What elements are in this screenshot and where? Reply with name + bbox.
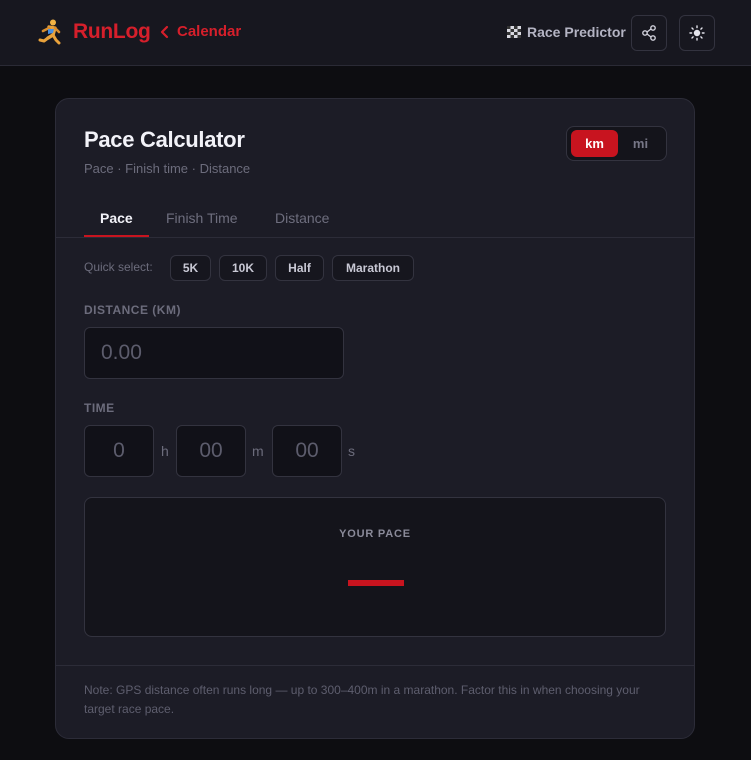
quick-select-half[interactable]: Half bbox=[275, 255, 324, 281]
race-predictor-link[interactable]: Race Predictor bbox=[507, 24, 626, 40]
hours-input[interactable]: 0 bbox=[84, 425, 154, 477]
theme-toggle-button[interactable] bbox=[679, 15, 715, 51]
checkered-flag-icon bbox=[507, 26, 521, 38]
logo-text: RunLog bbox=[73, 20, 151, 43]
note-divider bbox=[56, 665, 694, 666]
calendar-link-label: Calendar bbox=[177, 23, 242, 40]
chevron-left-icon bbox=[160, 25, 169, 38]
share-button[interactable] bbox=[631, 15, 667, 51]
gps-note: Note: GPS distance often runs long — up … bbox=[84, 683, 640, 716]
quick-select-5k[interactable]: 5K bbox=[170, 255, 211, 281]
quick-select-label: Quick select: bbox=[84, 260, 153, 274]
quick-select-marathon[interactable]: Marathon bbox=[332, 255, 414, 281]
brand[interactable]: RunLog bbox=[38, 19, 151, 45]
time-label: TIME bbox=[84, 401, 115, 415]
tab-distance[interactable]: Distance bbox=[275, 210, 329, 226]
tab-finish-time[interactable]: Finish Time bbox=[166, 210, 238, 226]
pace-calculator-card: Pace Calculator Pace · Finish time · Dis… bbox=[55, 98, 695, 739]
race-predictor-label: Race Predictor bbox=[527, 24, 626, 40]
seconds-unit-label: s bbox=[348, 443, 355, 459]
seconds-input[interactable]: 00 bbox=[272, 425, 342, 477]
page-title: Pace Calculator bbox=[84, 127, 245, 152]
tab-pace[interactable]: Pace bbox=[100, 210, 133, 226]
unit-km-button[interactable]: km bbox=[571, 130, 618, 157]
sun-icon bbox=[689, 25, 705, 41]
distance-input[interactable]: 0.00 bbox=[84, 327, 344, 379]
pace-result-panel: YOUR PACE bbox=[84, 497, 666, 637]
share-icon bbox=[642, 25, 656, 41]
minutes-input[interactable]: 00 bbox=[176, 425, 246, 477]
tabs-divider bbox=[56, 237, 694, 238]
quick-select-10k[interactable]: 10K bbox=[219, 255, 267, 281]
hours-unit-label: h bbox=[161, 443, 169, 459]
minutes-unit-label: m bbox=[252, 443, 264, 459]
runner-icon bbox=[38, 19, 61, 45]
unit-mi-button[interactable]: mi bbox=[617, 130, 664, 157]
distance-label: DISTANCE (KM) bbox=[84, 303, 181, 317]
result-label: YOUR PACE bbox=[339, 528, 411, 540]
top-navigation-bar: RunLog Calendar Race Predictor bbox=[0, 0, 751, 66]
calendar-back-link[interactable]: Calendar bbox=[159, 23, 241, 40]
page-subtitle: Pace · Finish time · Distance bbox=[84, 161, 251, 176]
pace-result-empty-dash bbox=[348, 580, 404, 586]
unit-toggle: km mi bbox=[566, 126, 667, 161]
